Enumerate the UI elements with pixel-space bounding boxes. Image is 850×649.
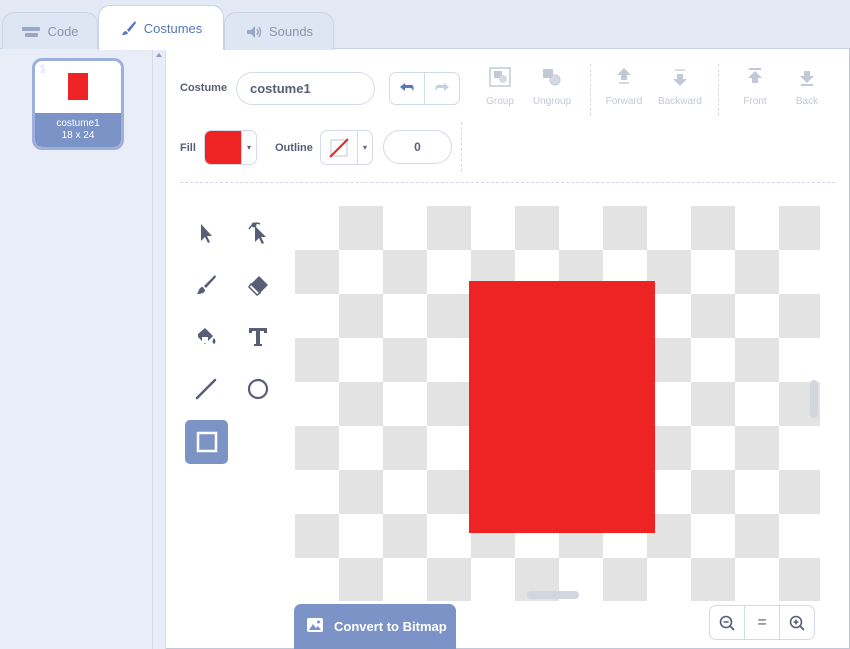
image-icon xyxy=(306,617,324,636)
fill-icon xyxy=(198,328,216,344)
group-label: Group xyxy=(486,96,514,107)
zoom-reset-button[interactable]: = xyxy=(744,606,779,639)
canvas-horizontal-scrollbar[interactable] xyxy=(527,591,579,599)
toolbar-separator xyxy=(180,182,835,183)
fill-swatch xyxy=(205,131,241,164)
undo-button[interactable] xyxy=(390,73,424,104)
convert-label: Convert to Bitmap xyxy=(334,619,447,634)
redo-button[interactable] xyxy=(424,73,459,104)
costume-item-name: costume1 xyxy=(56,118,100,129)
select-tool[interactable] xyxy=(185,212,227,254)
costume-list-scrollbar[interactable] xyxy=(153,49,166,649)
canvas-vertical-scrollbar[interactable] xyxy=(810,380,818,418)
back-button[interactable]: Back xyxy=(779,66,835,112)
canvas-rectangle-shape[interactable] xyxy=(469,281,655,533)
front-button[interactable]: Front xyxy=(727,66,783,112)
zoom-in-icon xyxy=(789,615,805,631)
backward-icon xyxy=(669,66,691,93)
costume-name-label: Costume xyxy=(180,82,228,94)
code-blocks-icon xyxy=(21,25,41,39)
ungroup-label: Ungroup xyxy=(532,96,572,107)
line-icon xyxy=(195,378,217,400)
tab-sounds-label: Sounds xyxy=(268,24,314,39)
redo-icon xyxy=(433,80,451,98)
undo-icon xyxy=(398,80,416,98)
zoom-controls: = xyxy=(709,605,815,640)
back-label: Back xyxy=(795,96,819,107)
outline-color-picker[interactable]: ▾ xyxy=(320,130,373,165)
back-icon xyxy=(796,66,818,93)
eraser-tool[interactable] xyxy=(237,264,279,306)
forward-label: Forward xyxy=(605,96,643,107)
forward-button[interactable]: Forward xyxy=(596,66,652,112)
toolbar-divider xyxy=(590,64,591,116)
paintbrush-icon xyxy=(120,19,138,37)
brush-tool[interactable] xyxy=(185,264,227,306)
toolbar-divider-2 xyxy=(718,64,719,116)
backward-label: Backward xyxy=(658,96,702,107)
costume-name-input[interactable] xyxy=(236,72,375,105)
outline-label: Outline xyxy=(275,142,313,154)
text-icon xyxy=(249,328,267,346)
costume-number: 1 xyxy=(40,64,46,75)
chevron-down-icon: ▾ xyxy=(241,131,256,164)
undo-redo-group xyxy=(389,72,460,105)
reshape-icon xyxy=(248,222,266,244)
paint-canvas[interactable] xyxy=(295,206,820,601)
tab-costumes-label: Costumes xyxy=(143,20,203,36)
zoom-in-button[interactable] xyxy=(779,606,814,639)
speaker-icon xyxy=(245,25,263,39)
ungroup-icon xyxy=(540,66,564,93)
reshape-tool[interactable] xyxy=(237,212,279,254)
rectangle-icon xyxy=(196,431,217,453)
rectangle-tool[interactable] xyxy=(185,420,228,464)
circle-icon xyxy=(247,378,269,400)
costume-preview xyxy=(35,61,121,113)
backward-button[interactable]: Backward xyxy=(652,66,708,112)
eraser-icon xyxy=(248,276,268,296)
zoom-out-button[interactable] xyxy=(710,606,744,639)
front-label: Front xyxy=(743,96,767,107)
tab-sounds[interactable]: Sounds xyxy=(224,12,334,50)
front-icon xyxy=(744,66,766,93)
brush-icon xyxy=(197,275,216,294)
tab-bar: Code Costumes Sounds xyxy=(0,0,850,50)
group-icon xyxy=(488,66,512,93)
group-button[interactable]: Group xyxy=(472,66,528,112)
costume-item-size: 18 x 24 xyxy=(61,130,95,141)
outline-swatch xyxy=(321,131,357,164)
tab-code[interactable]: Code xyxy=(2,12,98,50)
forward-icon xyxy=(613,66,635,93)
tab-costumes[interactable]: Costumes xyxy=(98,5,224,50)
text-tool[interactable] xyxy=(237,316,279,358)
fill-color-picker[interactable]: ▾ xyxy=(204,130,257,165)
fill-label: Fill xyxy=(180,142,196,154)
ungroup-button[interactable]: Ungroup xyxy=(524,66,580,112)
zoom-reset-label: = xyxy=(757,613,767,631)
convert-to-bitmap-button[interactable]: Convert to Bitmap xyxy=(294,604,456,649)
zoom-out-icon xyxy=(719,615,735,631)
costume-caption: costume1 18 x 24 xyxy=(35,113,121,147)
chevron-down-icon: ▾ xyxy=(357,131,372,164)
style-divider xyxy=(461,122,462,172)
tab-code-label: Code xyxy=(47,24,79,39)
select-icon xyxy=(201,224,212,243)
fill-tool[interactable] xyxy=(185,316,227,358)
no-color-icon xyxy=(329,137,349,158)
outline-width-input[interactable] xyxy=(383,130,452,164)
costume-item[interactable]: 1 costume1 18 x 24 xyxy=(32,58,124,150)
circle-tool[interactable] xyxy=(237,368,279,410)
line-tool[interactable] xyxy=(185,368,227,410)
